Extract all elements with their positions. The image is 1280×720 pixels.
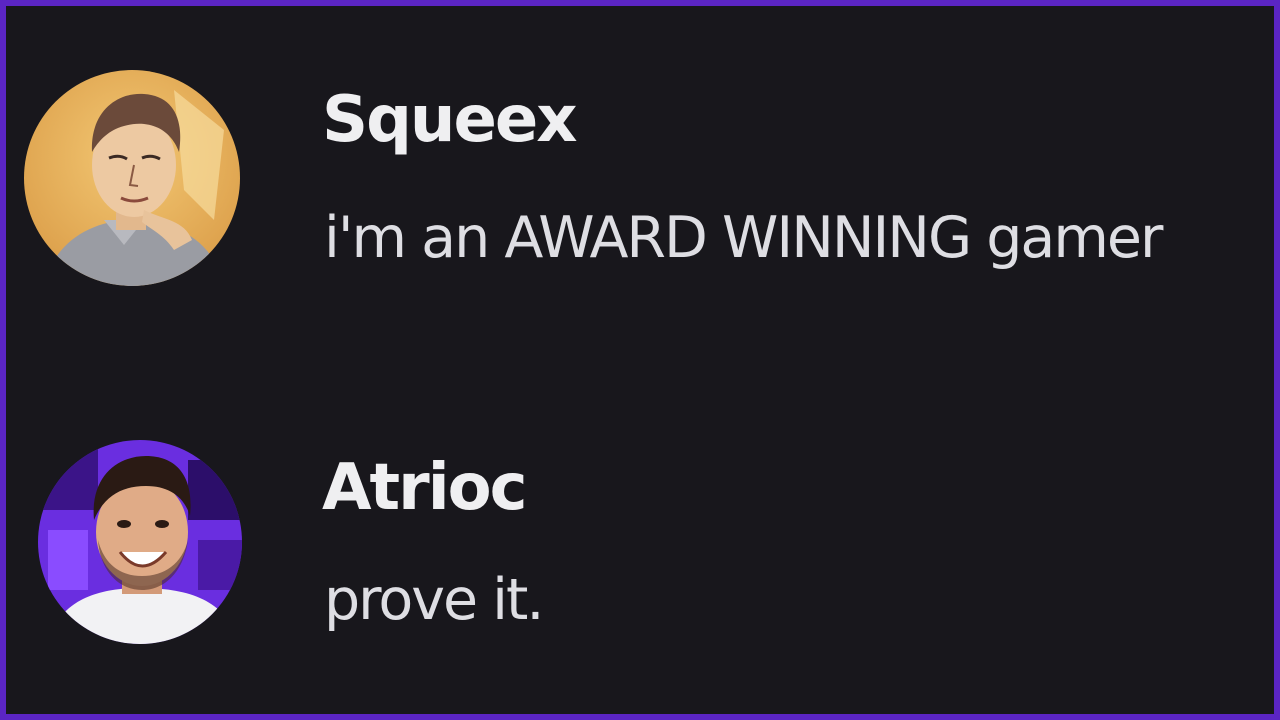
avatar[interactable]	[24, 70, 240, 286]
message-text: prove it.	[324, 567, 544, 633]
message-text: i'm an AWARD WINNING gamer	[324, 205, 1163, 271]
smiling-man-photo-avatar-icon	[38, 440, 242, 644]
avatar[interactable]	[38, 440, 242, 644]
illustrated-man-avatar-icon	[24, 70, 240, 286]
username[interactable]: Atrioc	[322, 456, 528, 520]
username[interactable]: Squeex	[322, 88, 578, 152]
chat-frame: Squeex i'm an AWARD WINNING gamer Atrioc…	[0, 0, 1280, 720]
